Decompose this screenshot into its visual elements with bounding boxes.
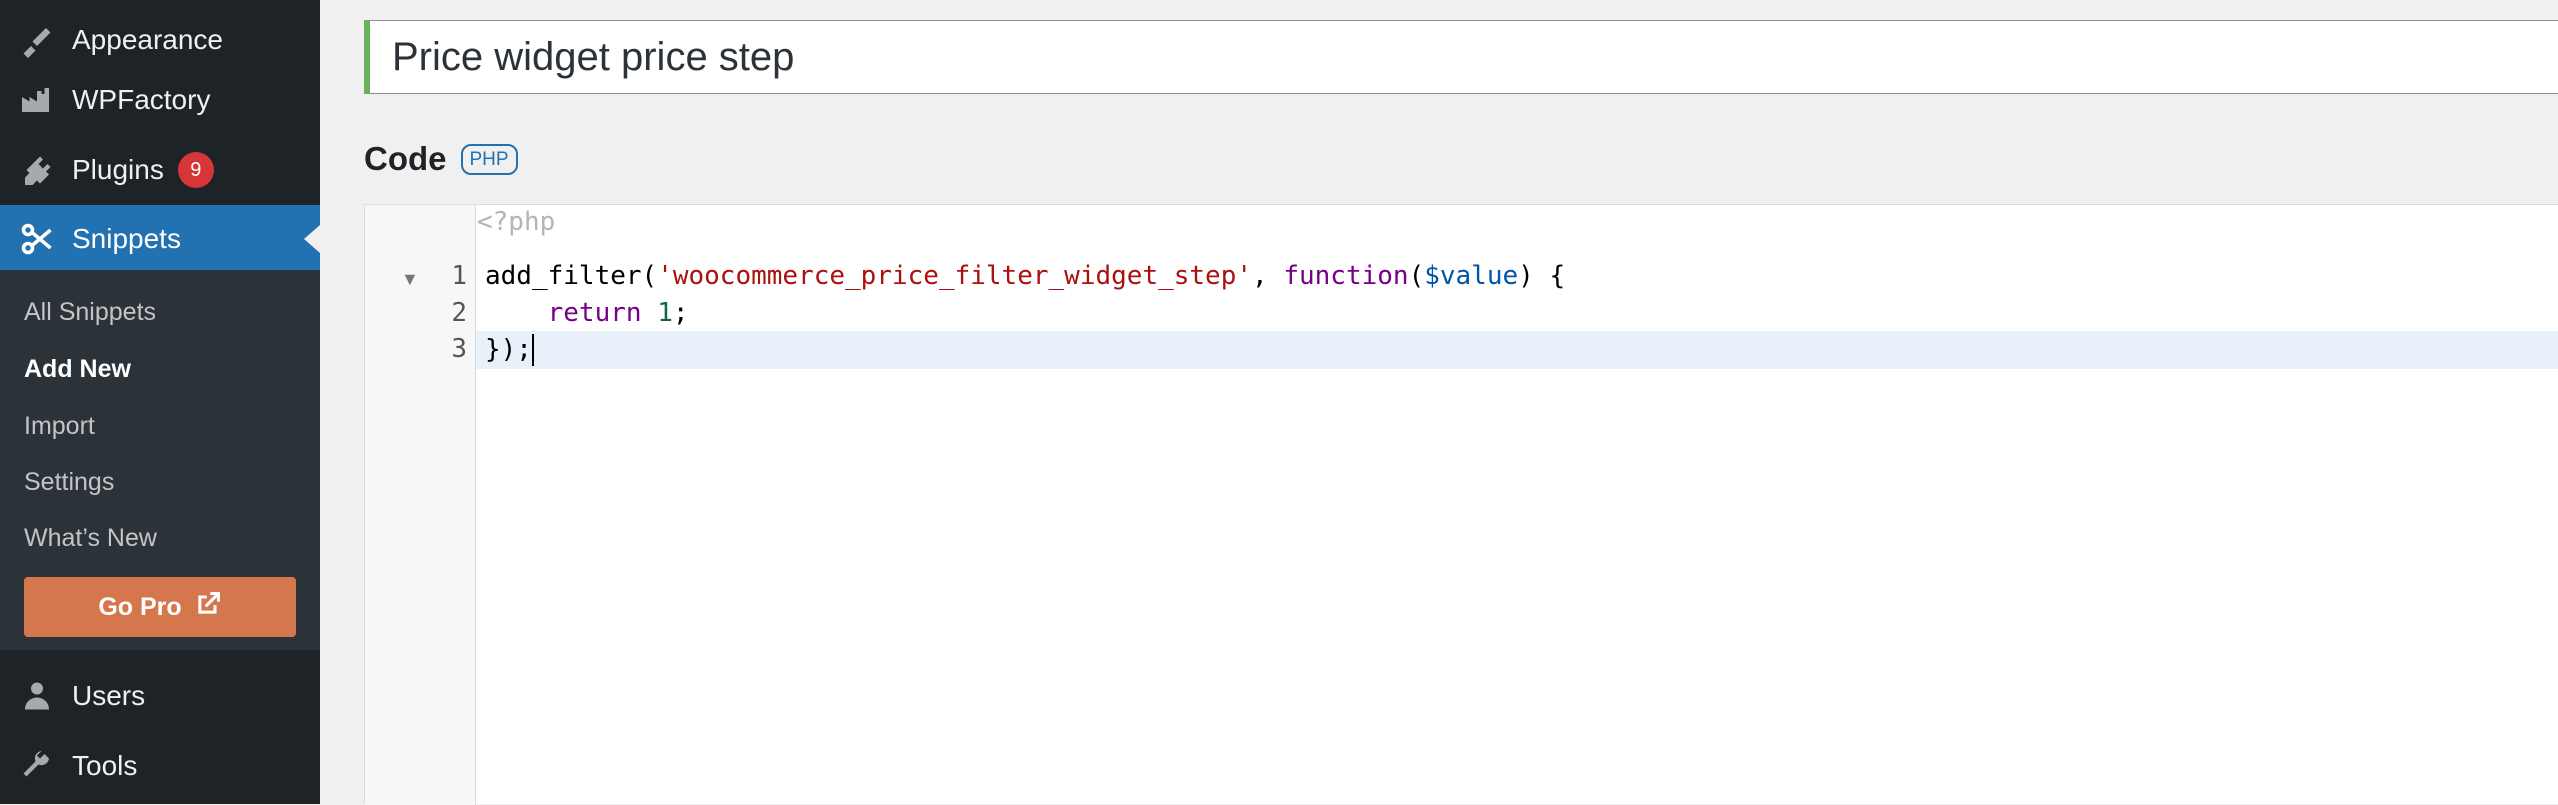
code-token: ; [672,298,689,328]
language-badge: PHP [460,143,518,175]
admin-sidebar: Appearance WPFactory Plugins 9 Snippets … [0,0,320,804]
menu-snippets[interactable]: Snippets [0,205,320,273]
menu-plugins[interactable]: Plugins 9 [0,138,320,202]
code-token: return [547,298,642,328]
editor-gutter: ▼ 1 2 3 [365,205,476,805]
menu-snippets-label: Snippets [72,223,181,254]
factory-icon [18,81,56,119]
code-token: 1 [657,298,673,328]
code-section-heading: Code PHP [364,140,518,178]
line-number: 3 [451,334,467,364]
external-link-icon [194,590,222,625]
submenu-settings[interactable]: Settings [24,468,114,497]
menu-tools-label: Tools [72,750,138,781]
code-editor[interactable]: ▼ 1 2 3 <?php add_filter('woocommerce_pr… [364,204,2558,805]
code-token: function [1283,261,1409,291]
menu-appearance-label: Appearance [72,24,224,55]
plugins-update-badge: 9 [177,152,214,188]
submenu-all-snippets[interactable]: All Snippets [24,298,156,327]
submenu-import[interactable]: Import [24,412,95,441]
code-token: , [1252,261,1284,291]
menu-appearance[interactable]: Appearance [0,8,320,72]
text-cursor [531,334,534,366]
code-token: ) { [1518,261,1566,291]
wrench-icon [18,747,56,785]
paintbrush-icon [18,21,56,59]
code-token: 'woocommerce_price_filter_widget_step' [657,261,1253,291]
php-open-tag: <?php [477,207,556,237]
active-line-highlight [476,331,2558,369]
code-token: ( [1408,261,1425,291]
line-number: 2 [451,298,467,328]
menu-users-label: Users [72,680,146,711]
code-token: $value [1424,261,1519,291]
go-pro-button[interactable]: Go Pro [24,577,296,637]
submenu-add-new[interactable]: Add New [24,355,131,384]
user-icon [18,677,56,715]
scissors-icon [18,220,56,258]
code-line: add_filter('woocommerce_price_filter_wid… [485,261,1565,291]
menu-wpfactory-label: WPFactory [72,84,211,115]
menu-plugins-label: Plugins [72,154,164,185]
line-number: 1 [451,261,467,291]
menu-wpfactory[interactable]: WPFactory [0,68,320,132]
code-line: return 1; [485,298,689,328]
menu-users[interactable]: Users [0,664,320,728]
snippet-title-input[interactable]: Price widget price step [364,20,2558,94]
code-line: }); [485,334,534,366]
submenu-whats-new[interactable]: What’s New [24,524,157,553]
code-token: }); [485,334,532,365]
code-heading-label: Code [364,140,447,177]
current-menu-arrow [304,225,320,253]
go-pro-label: Go Pro [98,592,182,621]
code-token: add_filter( [485,261,658,291]
menu-tools[interactable]: Tools [0,734,320,798]
plug-icon [18,151,56,189]
fold-toggle-icon[interactable]: ▼ [401,269,419,290]
